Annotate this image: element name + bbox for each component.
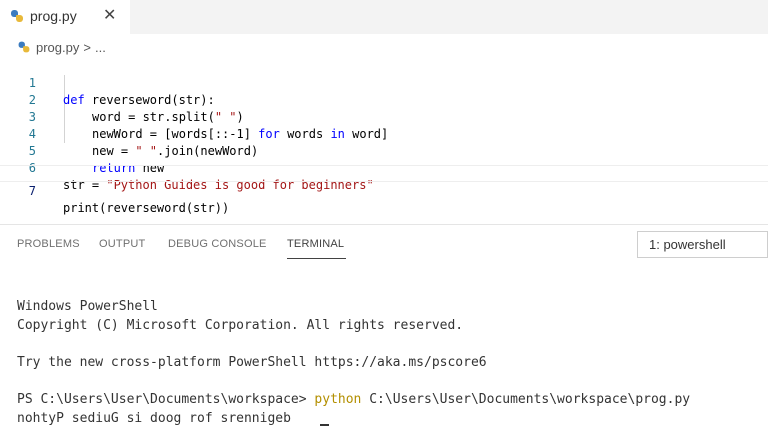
code-editor[interactable]: 1 def reverseword(str): 2 word = str.spl… [0, 58, 768, 215]
code-line[interactable]: 1 def reverseword(str): [0, 58, 768, 107]
tab-problems[interactable]: PROBLEMS [17, 238, 80, 250]
python-icon [18, 41, 30, 53]
tab-debug-console[interactable]: DEBUG CONSOLE [168, 238, 267, 250]
close-icon[interactable]: ✕ [103, 5, 116, 25]
terminal-command: python [314, 392, 362, 407]
breadcrumb-separator: > [83, 39, 91, 55]
python-icon [11, 10, 23, 22]
terminal-line: Try the new cross-platform PowerShell ht… [17, 355, 487, 370]
editor-tab-bar: prog.py ✕ [0, 0, 768, 34]
code-line[interactable]: 5 return new [0, 126, 768, 175]
panel-divider [0, 224, 768, 225]
tab-terminal[interactable]: TERMINAL [287, 238, 344, 250]
line-number: 7 [28, 184, 36, 198]
code-line[interactable]: 2 word = str.split(" ") [0, 75, 768, 124]
terminal-line: Copyright (C) Microsoft Corporation. All… [17, 318, 464, 333]
tab-label: prog.py [30, 8, 77, 24]
terminal-cursor [320, 424, 329, 426]
code-line[interactable]: 6 str = "Python Guides is good for begin… [0, 143, 768, 192]
active-tab-indicator [287, 258, 346, 259]
terminal-line: nohtyP sediuG si doog rof srennigeb [17, 411, 291, 426]
breadcrumb: prog.py > ... [18, 38, 106, 56]
code-text: print(reverseword(str)) [63, 201, 230, 215]
breadcrumb-file[interactable]: prog.py [36, 40, 79, 55]
code-line-active[interactable]: 7 print(reverseword(str)) [0, 165, 768, 215]
terminal-line: Windows PowerShell [17, 299, 158, 314]
tab-prog-py[interactable]: prog.py ✕ [0, 0, 130, 34]
terminal-command-arg: C:\Users\User\Documents\workspace\prog.p… [361, 392, 691, 407]
terminal-prompt: PS C:\Users\User\Documents\workspace> [17, 392, 315, 407]
terminal-command-line: PS C:\Users\User\Documents\workspace> py… [17, 390, 690, 409]
terminal-selector[interactable]: 1: powershell [637, 231, 768, 258]
tab-output[interactable]: OUTPUT [99, 238, 145, 250]
breadcrumb-more[interactable]: ... [95, 40, 106, 55]
code-line[interactable]: 4 new = " ".join(newWord) [0, 109, 768, 158]
code-line[interactable]: 3 newWord = [words[::-1] for words in wo… [0, 92, 768, 141]
